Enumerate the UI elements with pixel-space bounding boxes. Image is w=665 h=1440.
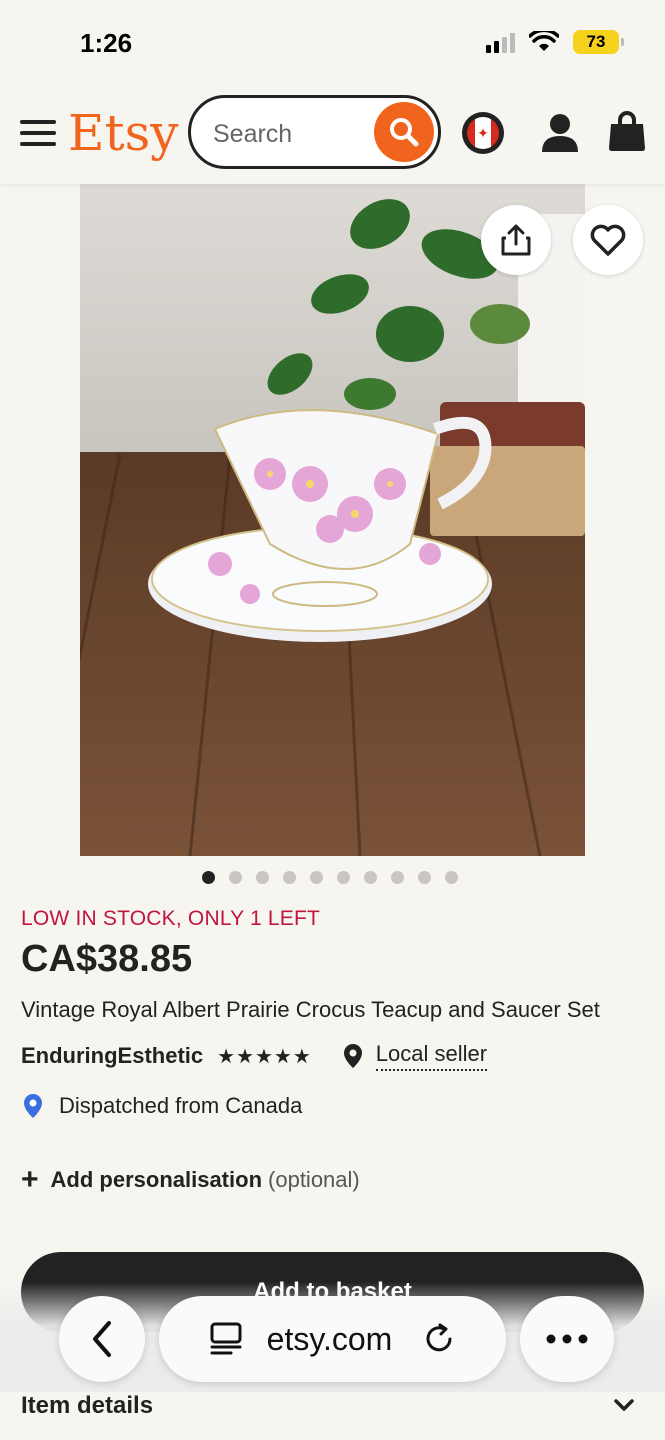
carousel-dot[interactable] [310,871,323,884]
chevron-down-icon [614,1399,634,1411]
back-button[interactable] [59,1296,145,1382]
carousel-dot[interactable] [229,871,242,884]
item-details-label: Item details [21,1392,154,1419]
basket-icon[interactable] [608,110,646,152]
share-button[interactable] [481,205,551,275]
tabs-icon[interactable] [209,1321,243,1357]
etsy-logo[interactable]: Etsy [68,104,179,162]
carousel-dot[interactable] [418,871,431,884]
item-details-toggle[interactable]: Item details [0,1384,665,1440]
browser-toolbar: etsy.com [0,1282,665,1392]
menu-icon[interactable] [20,120,56,148]
share-icon [501,224,531,256]
site-header: Etsy Search ✦ [0,90,665,184]
carousel-dot[interactable] [202,871,215,884]
product-price: CA$38.85 [21,938,193,980]
carousel-dot[interactable] [283,871,296,884]
back-icon [93,1321,111,1357]
wifi-icon [529,31,559,51]
carousel-dot[interactable] [337,871,350,884]
search-placeholder: Search [213,120,293,148]
search-input[interactable]: Search [188,95,441,169]
personalisation-label: Add personalisation [50,1167,263,1192]
carousel-dot[interactable] [364,871,377,884]
seller-row: EnduringEsthetic ★★★★★ Local seller [21,1041,488,1071]
battery-icon: 73 [573,30,624,54]
reload-icon[interactable] [422,1322,456,1356]
status-icons: 73 [486,30,624,54]
product-title: Vintage Royal Albert Prairie Crocus Teac… [21,997,600,1022]
location-pin-icon [343,1044,362,1068]
heart-icon [590,224,626,256]
dispatch-location-icon [24,1094,42,1118]
carousel-dot[interactable] [256,871,269,884]
carousel-dot[interactable] [391,871,404,884]
seller-name[interactable]: EnduringEsthetic [21,1043,203,1069]
add-personalisation-button[interactable]: + Add personalisation (optional) [21,1163,360,1196]
more-icon [546,1334,588,1344]
product-image[interactable] [80,184,585,856]
plus-icon: + [21,1163,39,1196]
search-icon [390,118,419,147]
signal-icon [486,31,515,53]
search-button[interactable] [374,102,434,162]
address-bar[interactable]: etsy.com [159,1296,506,1382]
canada-flag-icon: ✦ [467,117,499,149]
personalisation-optional: (optional) [268,1167,360,1192]
stock-notice: LOW IN STOCK, ONLY 1 LEFT [21,907,321,930]
user-icon[interactable] [540,112,580,154]
rating-stars[interactable]: ★★★★★ [217,1044,312,1069]
more-button[interactable] [520,1296,614,1382]
url-text: etsy.com [266,1320,393,1357]
carousel-dot[interactable] [445,871,458,884]
status-time: 1:26 [80,28,133,58]
image-carousel-dots[interactable] [202,871,458,884]
favorite-button[interactable] [573,205,643,275]
status-bar: 1:26 73 [0,0,665,90]
region-button[interactable]: ✦ [462,112,504,154]
dispatch-row: Dispatched from Canada [21,1093,302,1119]
teacup-photo [80,184,585,856]
dispatch-text: Dispatched from Canada [59,1093,303,1118]
local-seller-link[interactable]: Local seller [375,1041,488,1071]
